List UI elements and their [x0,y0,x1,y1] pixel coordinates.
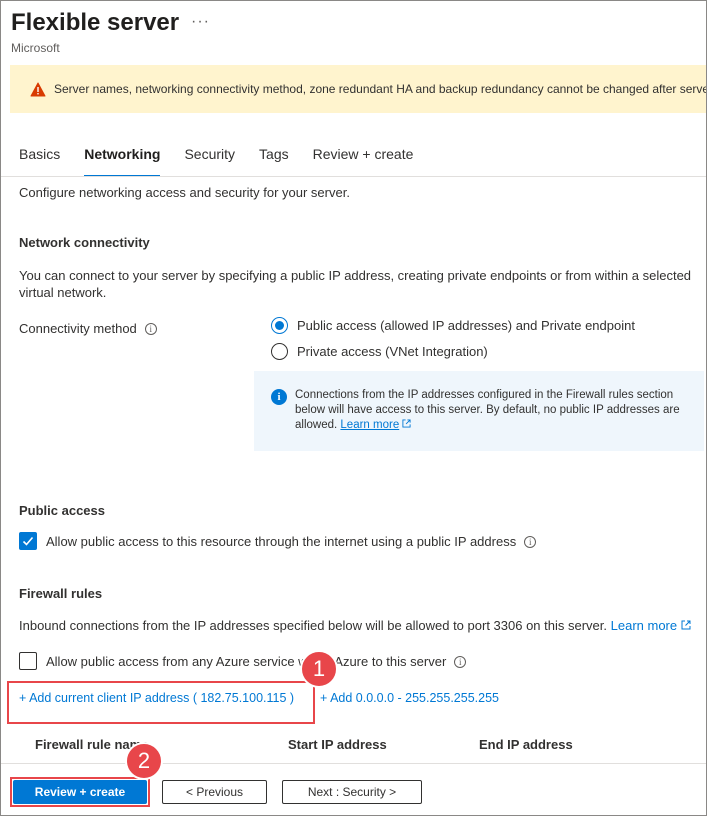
radio-public-access[interactable]: Public access (allowed IP addresses) and… [271,317,635,334]
firewall-rules-heading: Firewall rules [19,586,103,601]
next-security-button[interactable]: Next : Security > [282,780,422,804]
radio-button[interactable] [271,343,288,360]
radio-private-access-label: Private access (VNet Integration) [297,344,488,359]
blade-frame: Flexible server ··· Microsoft Server nam… [0,0,707,816]
annotation-highlight-1 [7,681,315,724]
firewall-description: Inbound connections from the IP addresse… [19,618,607,633]
tab-review-create[interactable]: Review + create [313,145,414,177]
info-icon[interactable]: i [524,535,537,548]
annotation-badge-1: 1 [300,650,338,688]
info-message: Connections from the IP addresses config… [295,388,692,451]
tab-basics[interactable]: Basics [19,145,60,177]
radio-private-access[interactable]: Private access (VNet Integration) [271,343,488,360]
tab-networking[interactable]: Networking [84,145,161,177]
info-filled-icon: i [271,389,287,405]
connectivity-method-label: Connectivity method [19,321,137,336]
warning-banner: Server names, networking connectivity me… [10,65,707,113]
annotation-badge-2: 2 [125,742,163,780]
azure-services-checkbox-label: Allow public access from any Azure servi… [46,654,447,669]
page-subtitle: Microsoft [11,41,60,55]
network-connectivity-description: You can connect to your server by specif… [19,268,692,300]
connectivity-method-label-row: Connectivity method i [19,321,157,336]
public-access-checkbox-label: Allow public access to this resource thr… [46,534,517,549]
intro-text: Configure networking access and security… [19,185,350,200]
info-icon[interactable]: i [144,322,157,335]
more-options-icon[interactable]: ··· [191,13,210,31]
public-access-checkbox[interactable] [19,532,37,550]
radio-button-selected[interactable] [271,317,288,334]
firewall-learn-more-link[interactable]: Learn more [611,618,677,633]
page-title: Flexible server [11,9,180,36]
public-access-checkbox-row: Allow public access to this resource thr… [46,534,537,549]
radio-public-access-label: Public access (allowed IP addresses) and… [297,318,635,333]
tab-tags[interactable]: Tags [259,145,289,177]
tab-bar: Basics Networking Security Tags Review +… [19,145,437,177]
network-connectivity-heading: Network connectivity [19,235,150,250]
previous-button[interactable]: < Previous [162,780,267,804]
public-access-heading: Public access [19,503,105,518]
external-link-icon [402,419,411,428]
info-icon[interactable]: i [454,655,467,668]
checkmark-icon [22,536,34,546]
info-message-box: i Connections from the IP addresses conf… [254,371,704,451]
column-header-start-ip: Start IP address [288,737,387,752]
learn-more-link[interactable]: Learn more [340,419,399,431]
column-header-end-ip: End IP address [479,737,573,752]
tab-security[interactable]: Security [184,145,235,177]
firewall-description-row: Inbound connections from the IP addresse… [19,618,691,633]
azure-services-checkbox-row: Allow public access from any Azure servi… [46,654,467,669]
add-all-ip-link[interactable]: + Add 0.0.0.0 - 255.255.255.255 [320,691,499,705]
annotation-highlight-2 [10,777,150,807]
warning-text: Server names, networking connectivity me… [54,82,707,96]
azure-services-checkbox[interactable] [19,652,37,670]
external-link-icon [681,620,691,630]
tabs-divider [1,176,706,177]
warning-icon [30,82,46,96]
